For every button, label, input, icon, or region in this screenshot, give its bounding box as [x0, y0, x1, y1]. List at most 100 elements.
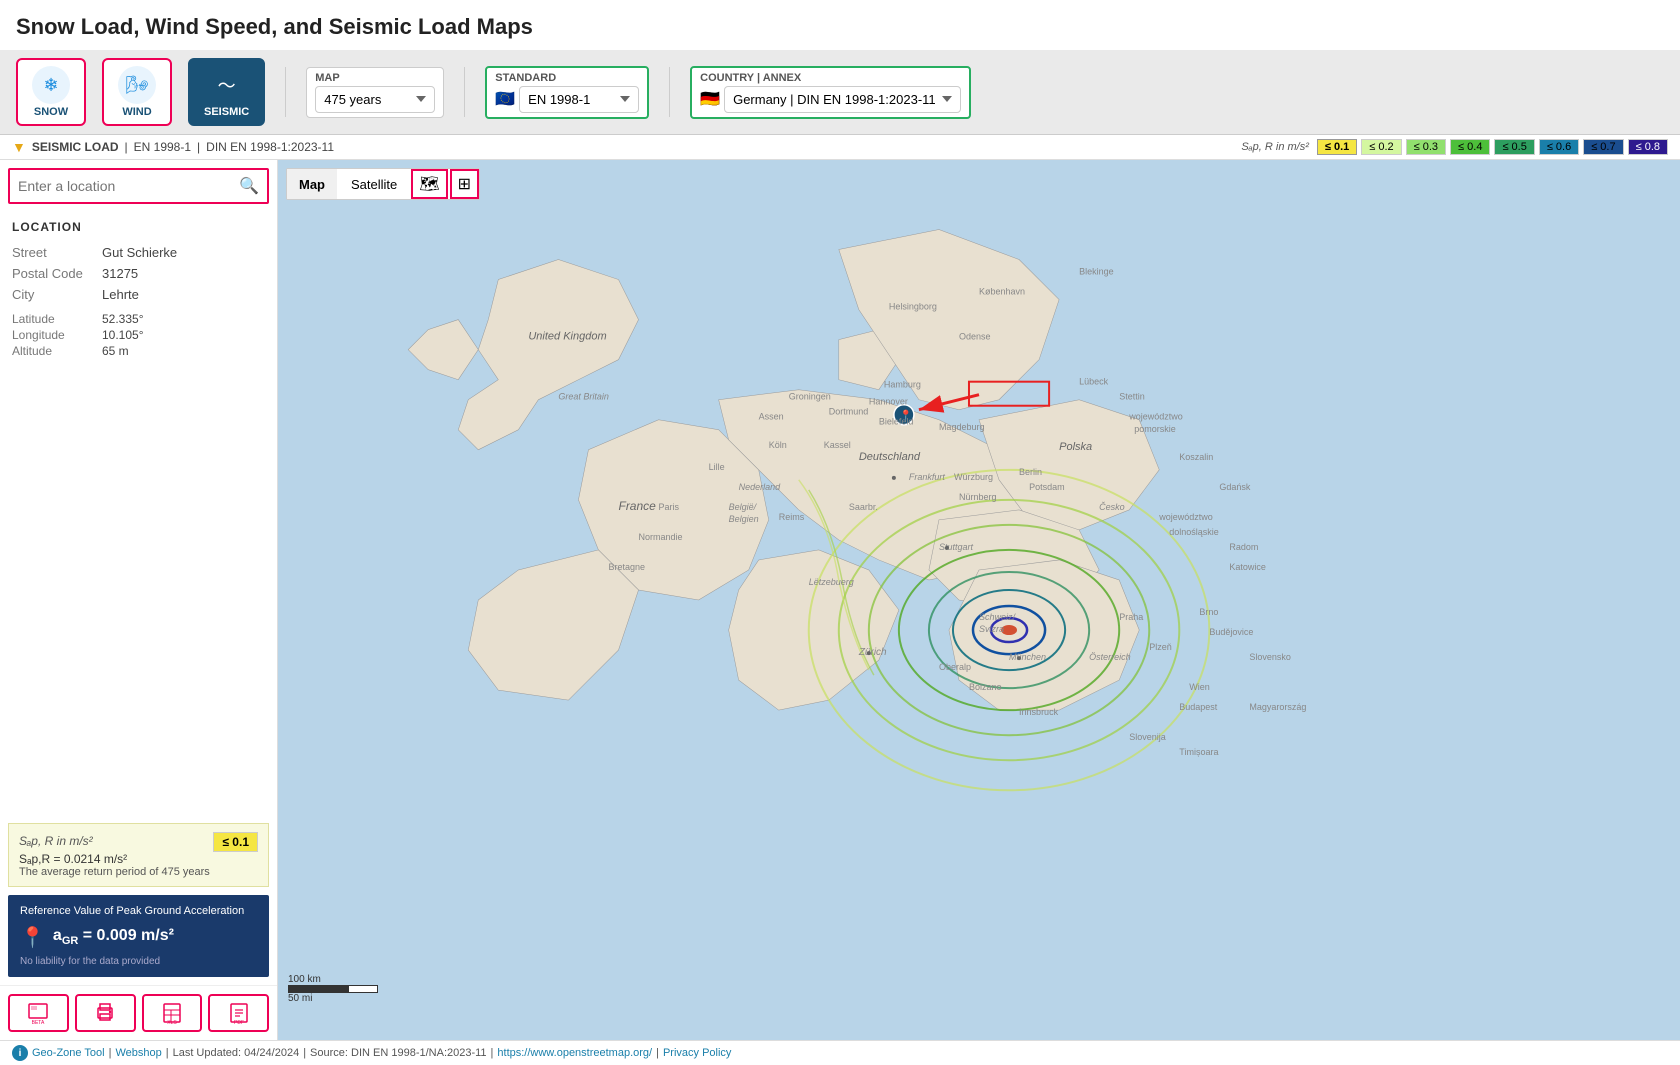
legend-03[interactable]: ≤ 0.3: [1406, 139, 1446, 155]
legend-02[interactable]: ≤ 0.2: [1361, 139, 1401, 155]
svg-text:Slovenija: Slovenija: [1129, 732, 1166, 742]
sap-title: Sₐp, R in m/s²: [19, 834, 93, 848]
search-input[interactable]: [18, 178, 239, 194]
svg-text:Gdańsk: Gdańsk: [1219, 482, 1251, 492]
legend-06[interactable]: ≤ 0.6: [1539, 139, 1579, 155]
map-view-btn-1[interactable]: 🗺: [411, 169, 447, 199]
svg-text:Köln: Köln: [769, 440, 787, 450]
footer-privacy[interactable]: Privacy Policy: [663, 1047, 731, 1059]
status-bar-right: Sₐp, R in m/s² ≤ 0.1 ≤ 0.2 ≤ 0.3 ≤ 0.4 ≤…: [1241, 139, 1668, 155]
agr-value-row: 📍 aGR = 0.009 m/s²: [20, 925, 257, 950]
svg-text:XLS: XLS: [167, 1020, 177, 1024]
map-tab-satellite[interactable]: Satellite: [339, 169, 409, 199]
seismic-button[interactable]: 〜 SEISMIC: [188, 58, 265, 126]
standard-select-wrapper: STANDARD 🇪🇺 EN 1998-1: [485, 66, 649, 119]
svg-text:København: København: [979, 287, 1025, 297]
svg-text:Oberalp: Oberalp: [939, 662, 971, 672]
snow-button[interactable]: ❄ SNOW: [16, 58, 86, 126]
svg-text:Deutschland: Deutschland: [859, 451, 921, 463]
country-select[interactable]: Germany | DIN EN 1998-1:2023-11: [724, 86, 961, 113]
lon-label: Longitude: [12, 327, 102, 343]
pdf-btn[interactable]: PDF: [208, 994, 269, 1032]
sap-header: Sₐp, R in m/s² ≤ 0.1: [19, 832, 258, 852]
svg-text:Koszalin: Koszalin: [1179, 452, 1213, 462]
footer-sep1: |: [109, 1047, 112, 1059]
scale-50-label: 50 mi: [288, 993, 378, 1004]
agr-title: Reference Value of Peak Ground Accelerat…: [20, 905, 257, 917]
print-icon: [94, 1002, 116, 1024]
xls-icon: XLS: [161, 1002, 183, 1024]
footer-geo-zone[interactable]: Geo-Zone Tool: [32, 1047, 105, 1059]
divider1: [285, 67, 286, 117]
street-label: Street: [12, 242, 102, 263]
footer-sep4: |: [491, 1047, 494, 1059]
svg-text:Lübeck: Lübeck: [1079, 377, 1109, 387]
scale-bar: 100 km 50 mi: [288, 974, 378, 1004]
svg-text:PDF: PDF: [234, 1020, 244, 1024]
svg-text:Reims: Reims: [779, 512, 805, 522]
svg-text:Česko: Česko: [1099, 502, 1125, 512]
legend-08[interactable]: ≤ 0.8: [1628, 139, 1668, 155]
footer-sep2: |: [166, 1047, 169, 1059]
footer-source: Source: DIN EN 1998-1/NA:2023-11: [310, 1047, 487, 1059]
wind-icon: 🌬: [118, 66, 156, 104]
footer-bar: i Geo-Zone Tool | Webshop | Last Updated…: [0, 1040, 1680, 1065]
svg-text:Radom: Radom: [1229, 542, 1258, 552]
legend-07[interactable]: ≤ 0.7: [1583, 139, 1623, 155]
footer-webshop[interactable]: Webshop: [115, 1047, 161, 1059]
svg-text:Praha: Praha: [1119, 612, 1143, 622]
legend-04[interactable]: ≤ 0.4: [1450, 139, 1490, 155]
agr-section: Reference Value of Peak Ground Accelerat…: [8, 895, 269, 977]
map-select-group: MAP 475 years: [315, 72, 435, 113]
svg-text:Brno: Brno: [1199, 607, 1218, 617]
svg-text:Nürnberg: Nürnberg: [959, 492, 997, 502]
export-btn-1[interactable]: BETA: [8, 994, 69, 1032]
de-flag-icon: 🇩🇪: [700, 89, 720, 109]
svg-text:dolnośląskie: dolnośląskie: [1169, 527, 1219, 537]
location-pin-icon: 📍: [20, 925, 45, 950]
scale-100-bar: [288, 985, 348, 993]
standard-select[interactable]: EN 1998-1: [519, 86, 639, 113]
alt-label: Altitude: [12, 343, 102, 359]
xls-btn[interactable]: XLS: [142, 994, 203, 1032]
footer-sep3: |: [303, 1047, 306, 1059]
wind-button[interactable]: 🌬 WIND: [102, 58, 172, 126]
svg-text:Schweiz/: Schweiz/: [979, 612, 1017, 622]
sidebar: 🔍 LOCATION Street Gut Schierke Postal Co…: [0, 160, 278, 1040]
sap-value: Sₐp,R = 0.0214 m/s²: [19, 852, 258, 866]
sap-return: The average return period of 475 years: [19, 866, 258, 878]
footer-sep5: |: [656, 1047, 659, 1059]
location-table: Street Gut Schierke Postal Code 31275 Ci…: [12, 242, 265, 359]
status-bar: ▼ SEISMIC LOAD | EN 1998-1 | DIN EN 1998…: [0, 135, 1680, 160]
alt-value: 65 m: [102, 343, 265, 359]
toolbar: ❄ SNOW 🌬 WIND 〜 SEISMIC MAP 475 years ST…: [0, 50, 1680, 135]
status-standard: EN 1998-1: [134, 140, 191, 154]
postal-value: 31275: [102, 263, 265, 284]
location-section: LOCATION Street Gut Schierke Postal Code…: [0, 212, 277, 823]
no-liability: No liability for the data provided: [20, 956, 257, 967]
map-container[interactable]: United Kingdom Great Britain France Deut…: [278, 160, 1680, 1040]
legend-01[interactable]: ≤ 0.1: [1317, 139, 1357, 155]
footer-osm[interactable]: https://www.openstreetmap.org/: [497, 1047, 652, 1059]
map-view-btn-2[interactable]: ⊞: [450, 169, 479, 199]
svg-text:Zürich: Zürich: [858, 647, 887, 658]
search-box[interactable]: 🔍: [8, 168, 269, 204]
agr-sub: GR: [62, 936, 79, 948]
divider2: [464, 67, 465, 117]
legend-05[interactable]: ≤ 0.5: [1494, 139, 1534, 155]
snow-icon: ❄: [32, 66, 70, 104]
map-tab-map[interactable]: Map: [287, 169, 337, 199]
arrow-down-icon: ▼: [12, 139, 26, 155]
map-svg: United Kingdom Great Britain France Deut…: [278, 160, 1680, 1040]
svg-text:Helsingborg: Helsingborg: [889, 302, 937, 312]
info-icon: i: [12, 1045, 28, 1061]
table-row: Latitude 52.335°: [12, 311, 265, 327]
svg-text:Plzeň: Plzeň: [1149, 642, 1172, 652]
search-icon[interactable]: 🔍: [239, 176, 259, 196]
print-btn[interactable]: [75, 994, 136, 1032]
svg-text:Hamburg: Hamburg: [884, 380, 921, 390]
map-select[interactable]: 475 years: [315, 86, 435, 113]
snow-label: SNOW: [34, 106, 68, 118]
svg-text:Odense: Odense: [959, 332, 991, 342]
location-title: LOCATION: [12, 220, 265, 234]
